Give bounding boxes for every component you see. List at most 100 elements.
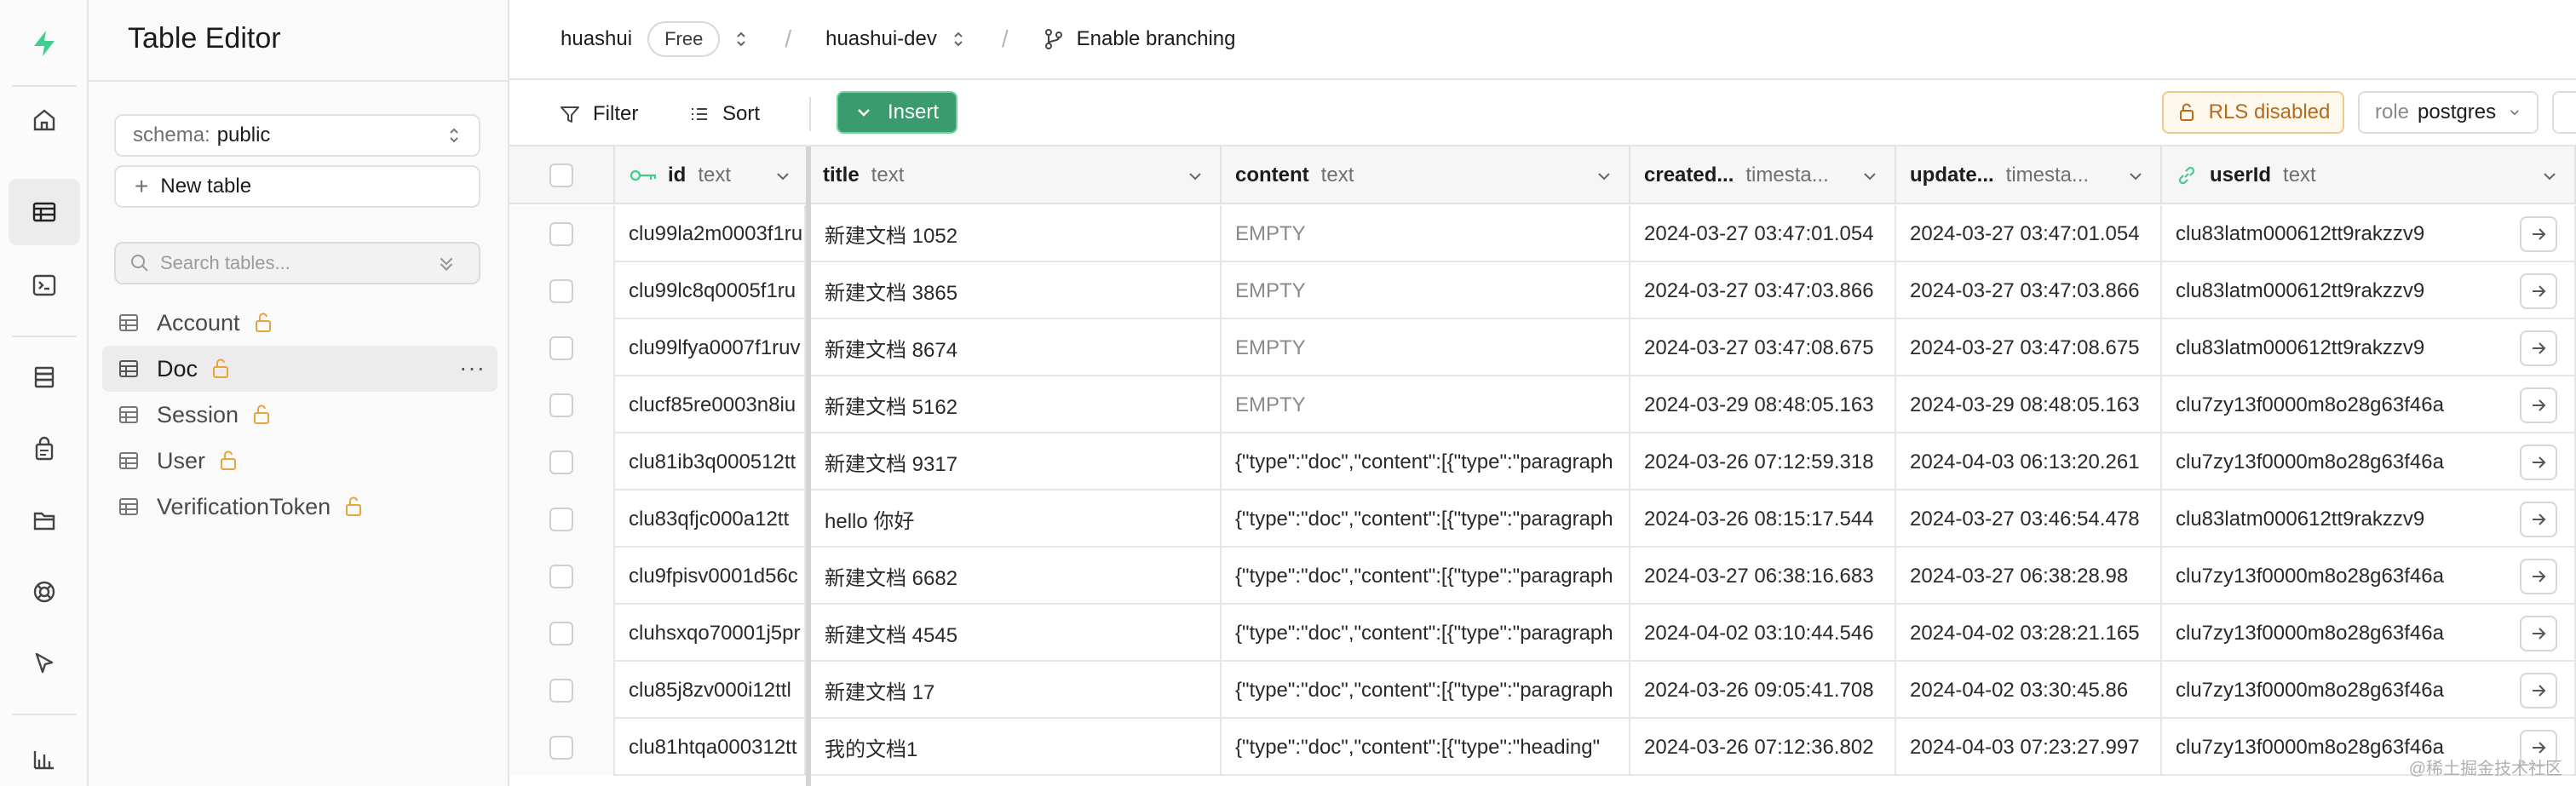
cursor-icon[interactable]	[9, 630, 80, 697]
table-row[interactable]: clu83qfjc000a12tt hello 你好 {"type":"doc"…	[509, 491, 2576, 548]
chevron-down-icon[interactable]	[2540, 167, 2559, 186]
cell-id[interactable]: cluhsxqo70001j5pr	[615, 605, 806, 662]
cell-content[interactable]: EMPTY	[1222, 205, 1630, 262]
cell-updated[interactable]: 2024-03-27 03:46:54.478	[1896, 491, 2162, 548]
cell-title[interactable]: 新建文档 8674	[811, 319, 1222, 376]
cell-updated[interactable]: 2024-03-29 08:48:05.163	[1896, 376, 2162, 433]
chevron-down-icon[interactable]	[1860, 167, 1879, 186]
cell-title[interactable]: 新建文档 1052	[811, 205, 1222, 262]
row-checkbox[interactable]	[549, 278, 573, 303]
fk-navigate-button[interactable]	[2520, 616, 2557, 651]
cell-created[interactable]: 2024-03-27 03:47:03.866	[1630, 262, 1896, 319]
cell-userid[interactable]: clu7zy13f0000m8o28g63f46a	[2162, 548, 2576, 605]
cell-userid[interactable]: clu7zy13f0000m8o28g63f46a	[2162, 605, 2576, 662]
new-table-button[interactable]: + New table	[114, 165, 480, 208]
cell-updated[interactable]: 2024-03-27 06:38:28.98	[1896, 548, 2162, 605]
column-header-title[interactable]: title text	[809, 146, 1222, 204]
cell-updated[interactable]: 2024-04-02 03:30:45.86	[1896, 662, 2162, 719]
row-checkbox[interactable]	[549, 393, 573, 417]
fk-navigate-button[interactable]	[2520, 273, 2557, 309]
table-item-verificationtoken[interactable]: VerificationToken	[102, 484, 497, 530]
table-row[interactable]: clu99lc8q0005f1ru 新建文档 3865 EMPTY 2024-0…	[509, 262, 2576, 319]
cell-id[interactable]: clu81htqa000312tt	[615, 719, 806, 776]
toolbar-overflow-button[interactable]	[2552, 91, 2576, 134]
cell-content[interactable]: {"type":"doc","content":[{"type":"paragr…	[1222, 491, 1630, 548]
chevron-down-icon[interactable]	[1595, 167, 1613, 186]
cell-created[interactable]: 2024-03-29 08:48:05.163	[1630, 376, 1896, 433]
cell-created[interactable]: 2024-03-27 06:38:16.683	[1630, 548, 1896, 605]
column-header-updated[interactable]: update... timesta...	[1896, 146, 2162, 204]
cell-created[interactable]: 2024-03-26 07:12:59.318	[1630, 433, 1896, 491]
cell-content[interactable]: EMPTY	[1222, 319, 1630, 376]
more-options-icon[interactable]: ···	[459, 354, 486, 382]
cell-userid[interactable]: clu83latm000612tt9rakzzv9	[2162, 319, 2576, 376]
table-row[interactable]: clu9fpisv0001d56c 新建文档 6682 {"type":"doc…	[509, 548, 2576, 605]
fk-navigate-button[interactable]	[2520, 502, 2557, 537]
role-selector[interactable]: role postgres	[2358, 91, 2539, 134]
table-row[interactable]: cluhsxqo70001j5pr 新建文档 4545 {"type":"doc…	[509, 605, 2576, 662]
fk-navigate-button[interactable]	[2520, 330, 2557, 366]
cell-updated[interactable]: 2024-03-27 03:47:03.866	[1896, 262, 2162, 319]
supabase-logo-icon[interactable]	[9, 10, 80, 77]
filter-button[interactable]: Filter	[559, 97, 638, 131]
cell-userid[interactable]: clu7zy13f0000m8o28g63f46a	[2162, 433, 2576, 491]
cell-userid[interactable]: clu7zy13f0000m8o28g63f46a	[2162, 376, 2576, 433]
cell-userid[interactable]: clu83latm000612tt9rakzzv9	[2162, 491, 2576, 548]
chevron-down-icon[interactable]	[773, 167, 792, 186]
cell-content[interactable]: EMPTY	[1222, 262, 1630, 319]
sql-editor-icon[interactable]	[9, 252, 80, 318]
table-row[interactable]: clu99la2m0003f1ru 新建文档 1052 EMPTY 2024-0…	[509, 205, 2576, 262]
cell-title[interactable]: 新建文档 3865	[811, 262, 1222, 319]
table-item-user[interactable]: User	[102, 438, 497, 484]
table-row[interactable]: clucf85re0003n8iu 新建文档 5162 EMPTY 2024-0…	[509, 376, 2576, 433]
table-row[interactable]: clu99lfya0007f1ruv 新建文档 8674 EMPTY 2024-…	[509, 319, 2576, 376]
table-editor-icon[interactable]	[9, 179, 80, 245]
cell-created[interactable]: 2024-03-27 03:47:08.675	[1630, 319, 1896, 376]
chevron-down-icon[interactable]	[2126, 167, 2145, 186]
cell-content[interactable]: {"type":"doc","content":[{"type":"paragr…	[1222, 548, 1630, 605]
sort-button[interactable]: Sort	[688, 97, 760, 131]
table-item-session[interactable]: Session	[102, 392, 497, 438]
column-header-content[interactable]: content text	[1222, 146, 1630, 204]
row-checkbox[interactable]	[549, 450, 573, 474]
row-checkbox[interactable]	[549, 221, 573, 246]
search-tables-input[interactable]: Search tables...	[114, 242, 480, 284]
cell-title[interactable]: 新建文档 9317	[811, 433, 1222, 491]
cell-id[interactable]: clu81ib3q000512tt	[615, 433, 806, 491]
cell-userid[interactable]: clu7zy13f0000m8o28g63f46a	[2162, 662, 2576, 719]
fk-navigate-button[interactable]	[2520, 445, 2557, 480]
home-icon[interactable]	[9, 87, 80, 153]
table-item-account[interactable]: Account	[102, 300, 497, 346]
cell-updated[interactable]: 2024-04-02 03:28:21.165	[1896, 605, 2162, 662]
cell-content[interactable]: {"type":"doc","content":[{"type":"headin…	[1222, 719, 1630, 776]
cell-title[interactable]: hello 你好	[811, 491, 1222, 548]
row-checkbox[interactable]	[549, 735, 573, 760]
column-header-userid[interactable]: userId text	[2162, 146, 2576, 204]
table-item-doc[interactable]: Doc ···	[102, 346, 497, 392]
filter-chevron-icon[interactable]	[436, 254, 457, 274]
row-checkbox[interactable]	[549, 507, 573, 531]
fk-navigate-button[interactable]	[2520, 559, 2557, 594]
cell-title[interactable]: 新建文档 17	[811, 662, 1222, 719]
cell-userid[interactable]: clu83latm000612tt9rakzzv9	[2162, 205, 2576, 262]
project-selector[interactable]: huashui-dev	[825, 27, 968, 51]
cell-id[interactable]: clu83qfjc000a12tt	[615, 491, 806, 548]
cell-id[interactable]: clu99lc8q0005f1ru	[615, 262, 806, 319]
cell-id[interactable]: clu99lfya0007f1ruv	[615, 319, 806, 376]
storage-icon[interactable]	[9, 487, 80, 554]
fk-navigate-button[interactable]	[2520, 216, 2557, 252]
cell-title[interactable]: 新建文档 6682	[811, 548, 1222, 605]
cell-userid[interactable]: clu83latm000612tt9rakzzv9	[2162, 262, 2576, 319]
fk-navigate-button[interactable]	[2520, 387, 2557, 423]
cell-id[interactable]: clu9fpisv0001d56c	[615, 548, 806, 605]
realtime-icon[interactable]	[9, 559, 80, 625]
cell-created[interactable]: 2024-03-26 08:15:17.544	[1630, 491, 1896, 548]
cell-content[interactable]: EMPTY	[1222, 376, 1630, 433]
insert-button[interactable]: Insert	[837, 91, 957, 134]
cell-content[interactable]: {"type":"doc","content":[{"type":"paragr…	[1222, 433, 1630, 491]
cell-title[interactable]: 新建文档 5162	[811, 376, 1222, 433]
chevron-down-icon[interactable]	[1186, 167, 1205, 186]
cell-updated[interactable]: 2024-04-03 07:23:27.997	[1896, 719, 2162, 776]
cell-title[interactable]: 我的文档1	[811, 719, 1222, 776]
enable-branching-button[interactable]: Enable branching	[1043, 27, 1235, 51]
